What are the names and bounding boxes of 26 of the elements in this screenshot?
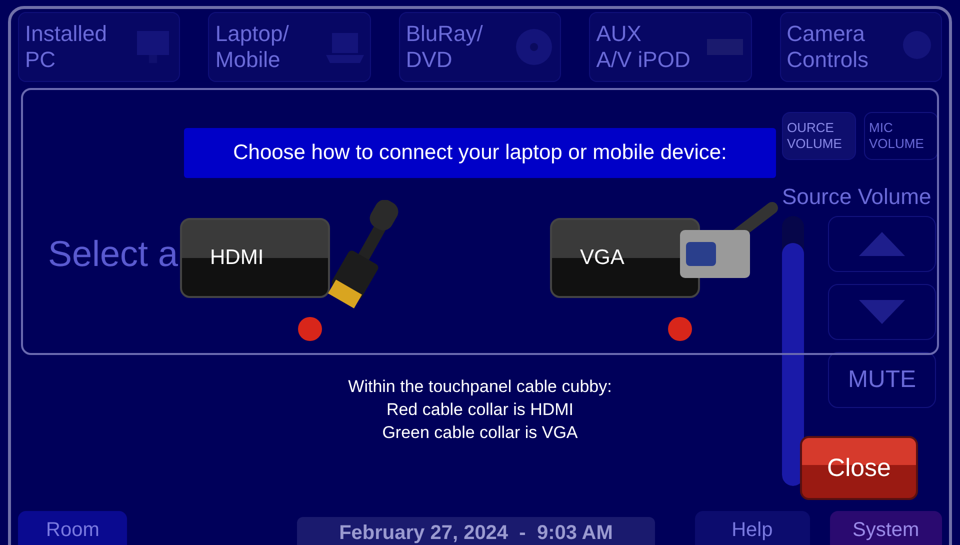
dialog-title: Choose how to connect your laptop or mobile device: bbox=[184, 128, 776, 178]
volume-down-button[interactable] bbox=[828, 284, 936, 340]
connection-button[interactable]: VGA bbox=[550, 218, 700, 298]
date-time: February 27, 2024 - 9:03 AM bbox=[297, 517, 655, 545]
source-button[interactable]: Laptop/ Mobile bbox=[208, 12, 371, 82]
close-button[interactable]: Close bbox=[800, 436, 918, 500]
system-button[interactable]: System bbox=[830, 511, 942, 545]
down-triangle-icon bbox=[859, 300, 905, 324]
mute-button[interactable]: MUTE bbox=[828, 352, 936, 408]
source-button[interactable]: Camera Controls bbox=[780, 12, 942, 82]
up-triangle-icon bbox=[859, 232, 905, 256]
source-button[interactable]: Installed PC bbox=[18, 12, 180, 82]
instruction-text: Within the touchpanel cable cubby: bbox=[348, 376, 612, 398]
connection-button[interactable]: HDMI bbox=[180, 218, 330, 298]
disc-icon bbox=[514, 27, 554, 67]
room-button[interactable]: Room bbox=[18, 511, 128, 545]
volume-up-button[interactable] bbox=[828, 216, 936, 272]
help-button[interactable]: Help bbox=[694, 511, 810, 545]
volume-tab[interactable]: MIC VOLUME bbox=[864, 112, 938, 160]
volume-tab[interactable]: OURCE VOLUME bbox=[782, 112, 856, 160]
prompt-text: Select a bbox=[48, 232, 178, 274]
instruction-text: Red cable collar is HDMI bbox=[386, 399, 574, 421]
volume-title: Source Volume bbox=[782, 184, 932, 210]
source-button[interactable]: AUX A/V iPOD bbox=[589, 12, 752, 82]
instruction-text: Green cable collar is VGA bbox=[382, 422, 578, 444]
source-button[interactable]: BluRay/ DVD bbox=[398, 12, 562, 82]
